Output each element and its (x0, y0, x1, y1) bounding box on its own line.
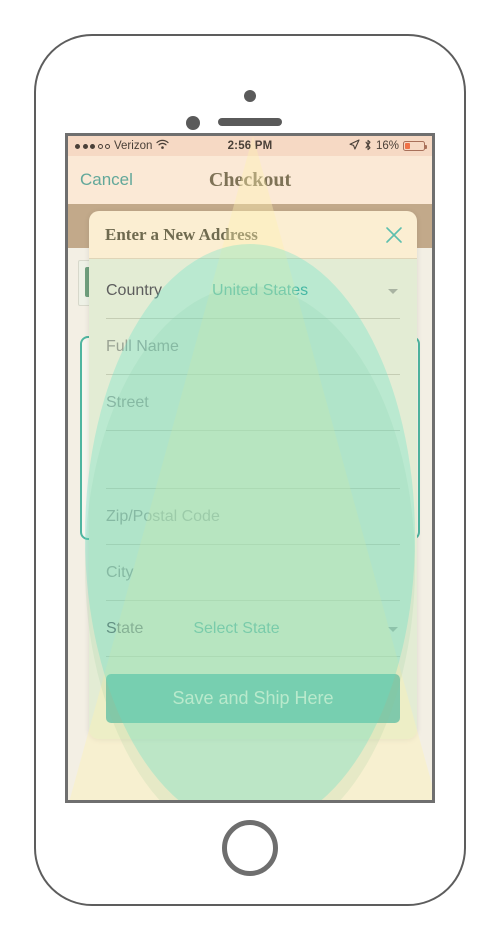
status-bar-right: 16% (272, 139, 427, 154)
zip-postal-code-input[interactable]: Zip/Postal Code (106, 489, 400, 545)
location-arrow-icon (349, 139, 360, 153)
state-select-row[interactable]: State Select State (106, 601, 400, 657)
street-line-2-input[interactable] (106, 431, 400, 489)
wifi-icon (156, 139, 169, 153)
save-and-ship-button[interactable]: Save and Ship Here (106, 674, 400, 723)
city-placeholder: City (106, 563, 134, 581)
country-label: Country (106, 281, 163, 299)
proximity-sensor-icon (186, 116, 200, 130)
new-address-modal: Enter a New Address Country United State… (89, 211, 417, 739)
street-input[interactable]: Street (106, 375, 400, 431)
modal-header: Enter a New Address (89, 211, 417, 259)
close-x-icon[interactable] (385, 226, 403, 244)
chevron-down-icon (388, 626, 398, 632)
country-select-row[interactable]: Country United States (106, 263, 400, 319)
country-value: United States (212, 281, 309, 299)
home-button[interactable] (222, 820, 278, 876)
chevron-down-icon (388, 288, 398, 294)
front-camera-icon (244, 90, 256, 102)
state-value: Select State (193, 619, 280, 637)
full-name-input[interactable]: Full Name (106, 319, 400, 375)
navigation-bar: Checkout Cancel (68, 156, 432, 204)
street-placeholder: Street (106, 393, 149, 411)
battery-percent-label: 16% (375, 140, 399, 152)
full-name-placeholder: Full Name (106, 337, 179, 355)
modal-form: Country United States Full Name Street Z… (89, 259, 417, 739)
modal-title: Enter a New Address (105, 224, 258, 244)
state-label: State (106, 619, 144, 637)
clock-label: 2:56 PM (227, 140, 273, 152)
bluetooth-icon (364, 139, 372, 154)
signal-strength-icon (75, 143, 110, 149)
status-bar-left: Verizon (75, 139, 228, 153)
status-bar: Verizon 2:56 PM 16% (68, 136, 432, 156)
phone-screen: Verizon 2:56 PM 16% Checkout Cancel Ente… (65, 133, 435, 803)
carrier-label: Verizon (114, 140, 153, 152)
earpiece-speaker (218, 118, 282, 126)
cancel-button[interactable]: Cancel (80, 170, 133, 190)
battery-low-icon (403, 141, 427, 151)
city-input[interactable]: City (106, 545, 400, 601)
phone-device-frame: Verizon 2:56 PM 16% Checkout Cancel Ente… (34, 34, 466, 906)
zip-postal-code-placeholder: Zip/Postal Code (106, 507, 220, 525)
